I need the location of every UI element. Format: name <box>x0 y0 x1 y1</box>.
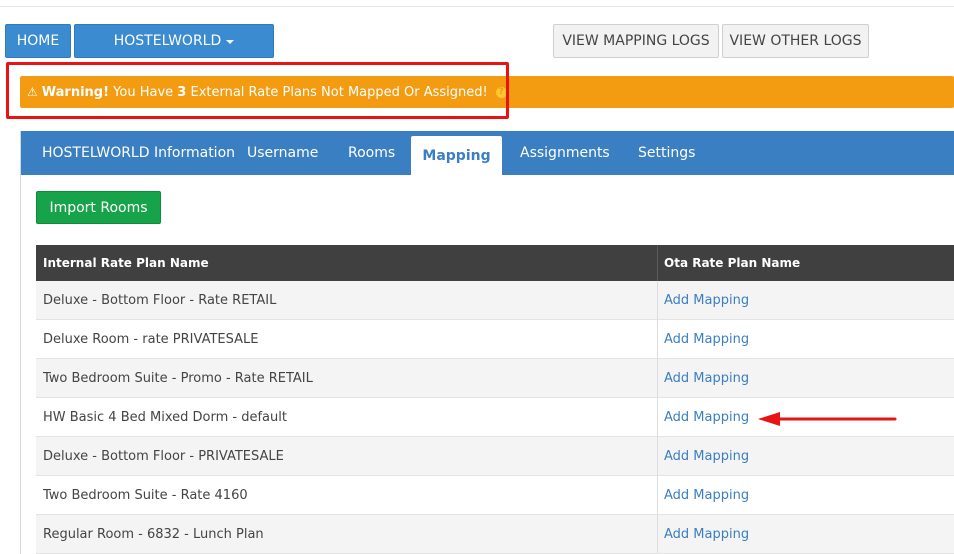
add-mapping-link[interactable]: Add Mapping <box>664 437 749 476</box>
table-row: Regular Room - 6832 - Lunch Plan Add Map… <box>36 515 954 554</box>
table-row: Deluxe - Bottom Floor - Rate RETAIL Add … <box>36 281 954 320</box>
tab-username[interactable]: Username <box>247 131 318 175</box>
tab-label: Settings <box>638 145 696 161</box>
tab-mapping[interactable]: Mapping <box>411 136 502 175</box>
internal-rate-plan-name: Two Bedroom Suite - Rate 4160 <box>43 488 248 503</box>
view-other-logs-button[interactable]: VIEW OTHER LOGS <box>722 24 869 58</box>
channel-dropdown-label: HOSTELWORLD <box>113 33 222 49</box>
column-divider <box>657 476 658 515</box>
import-rooms-button[interactable]: Import Rooms <box>36 191 161 224</box>
column-divider <box>657 398 658 437</box>
home-button-label: HOME <box>16 33 60 49</box>
column-divider <box>657 245 658 281</box>
table-row: Deluxe Room - rate PRIVATESALE Add Mappi… <box>36 320 954 359</box>
column-divider <box>657 437 658 476</box>
column-divider <box>657 359 658 398</box>
column-header-internal: Internal Rate Plan Name <box>43 256 209 270</box>
table-row: Two Bedroom Suite - Promo - Rate RETAIL … <box>36 359 954 398</box>
internal-rate-plan-name: Deluxe - Bottom Floor - Rate RETAIL <box>43 293 277 308</box>
tab-label: Rooms <box>348 145 396 161</box>
channel-dropdown-button[interactable]: HOSTELWORLD <box>74 24 274 58</box>
internal-rate-plan-name: Regular Room - 6832 - Lunch Plan <box>43 527 264 542</box>
add-mapping-link[interactable]: Add Mapping <box>664 476 749 515</box>
tab-label: HOSTELWORLD Information <box>42 145 236 161</box>
add-mapping-link[interactable]: Add Mapping <box>664 515 749 554</box>
tab-rooms[interactable]: Rooms <box>348 131 395 175</box>
home-button[interactable]: HOME <box>5 24 71 58</box>
add-mapping-link[interactable]: Add Mapping <box>664 398 749 437</box>
caret-down-icon <box>226 40 235 44</box>
column-header-ota: Ota Rate Plan Name <box>664 256 801 270</box>
view-mapping-logs-button[interactable]: VIEW MAPPING LOGS <box>553 24 719 58</box>
import-rooms-label: Import Rooms <box>49 199 148 216</box>
column-divider <box>657 281 658 320</box>
top-divider <box>0 0 954 7</box>
view-mapping-logs-label: VIEW MAPPING LOGS <box>562 33 710 49</box>
add-mapping-link[interactable]: Add Mapping <box>664 359 749 398</box>
annotation-highlight-box <box>6 62 509 119</box>
internal-rate-plan-name: Deluxe Room - rate PRIVATESALE <box>43 332 259 347</box>
internal-rate-plan-name: Deluxe - Bottom Floor - PRIVATESALE <box>43 449 284 464</box>
annotation-arrow-icon <box>758 412 897 426</box>
table-row: Two Bedroom Suite - Rate 4160 Add Mappin… <box>36 476 954 515</box>
tab-hostelworld-information[interactable]: HOSTELWORLD Information <box>42 131 235 175</box>
add-mapping-link[interactable]: Add Mapping <box>664 281 749 320</box>
tab-label: Assignments <box>520 145 610 161</box>
internal-rate-plan-name: HW Basic 4 Bed Mixed Dorm - default <box>43 410 287 425</box>
column-divider <box>657 515 658 554</box>
tab-assignments[interactable]: Assignments <box>520 131 610 175</box>
tab-settings[interactable]: Settings <box>638 131 695 175</box>
add-mapping-link[interactable]: Add Mapping <box>664 320 749 359</box>
tab-label: Username <box>247 145 319 161</box>
tab-label: Mapping <box>422 147 491 164</box>
tab-bar: HOSTELWORLD Information Username Rooms M… <box>21 131 954 175</box>
column-divider <box>657 320 658 359</box>
table-row: Deluxe - Bottom Floor - PRIVATESALE Add … <box>36 437 954 476</box>
internal-rate-plan-name: Two Bedroom Suite - Promo - Rate RETAIL <box>43 371 313 386</box>
view-other-logs-label: VIEW OTHER LOGS <box>729 33 862 49</box>
table-header: Internal Rate Plan Name Ota Rate Plan Na… <box>36 245 954 281</box>
